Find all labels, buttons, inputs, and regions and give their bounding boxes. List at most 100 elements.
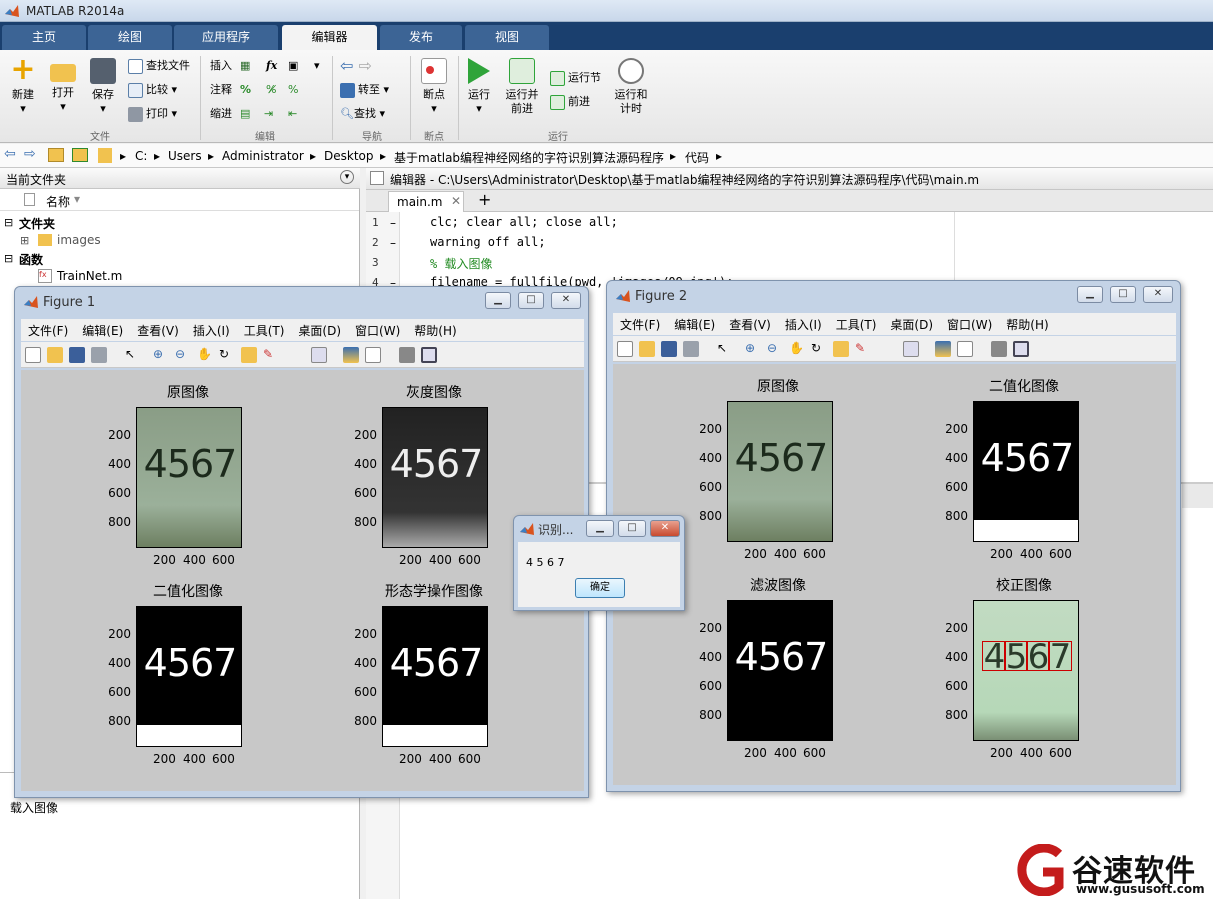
link-plot-icon[interactable] xyxy=(311,347,327,363)
show-tools-icon[interactable] xyxy=(421,347,437,363)
close-button[interactable]: ✕ xyxy=(1143,286,1173,303)
breadcrumb-users[interactable]: Users xyxy=(168,149,202,163)
tab-apps[interactable]: 应用程序 xyxy=(174,25,278,50)
menu-view[interactable]: 查看(V) xyxy=(130,319,186,339)
tab-plots[interactable]: 绘图 xyxy=(88,25,172,50)
breadcrumb-desktop[interactable]: Desktop xyxy=(324,149,374,163)
dropdown-arrow-icon[interactable]: ▾ xyxy=(314,56,320,76)
back-arrow-icon[interactable]: ⇦ xyxy=(4,146,16,162)
save-icon[interactable] xyxy=(661,341,677,357)
pan-icon[interactable]: ✋ xyxy=(789,341,805,357)
minimize-button[interactable]: ▁ xyxy=(1077,286,1103,303)
column-header[interactable]: 名称 ▾ xyxy=(0,189,359,211)
menu-tools[interactable]: 工具(T) xyxy=(237,319,292,339)
run-and-time-button[interactable]: 运行和 计时 xyxy=(610,58,652,116)
collapse-icon[interactable]: ⊟ xyxy=(4,252,13,265)
menu-window[interactable]: 窗口(W) xyxy=(348,319,407,339)
find-button[interactable]: 🔍︎查找 ▾ xyxy=(340,104,385,124)
run-and-advance-button[interactable]: 运行并 前进 xyxy=(502,58,542,116)
maximize-button[interactable]: □ xyxy=(618,520,646,537)
zoom-out-icon[interactable]: ⊖ xyxy=(175,347,191,363)
wrap-comment-icon[interactable]: % xyxy=(288,80,298,100)
back-arrow-icon[interactable]: ⇦ ⇨ xyxy=(340,56,372,76)
menu-desktop[interactable]: 桌面(D) xyxy=(291,319,348,339)
menu-file[interactable]: 文件(F) xyxy=(21,319,75,339)
insert-button[interactable]: 插入 xyxy=(210,56,232,76)
link-plot-icon[interactable] xyxy=(903,341,919,357)
comment-button[interactable]: 注释 xyxy=(210,80,232,100)
pointer-icon[interactable]: ↖ xyxy=(717,341,733,357)
data-cursor-icon[interactable] xyxy=(241,347,257,363)
collapse-icon[interactable]: ⊟ xyxy=(4,216,13,229)
figure1-window[interactable]: Figure 1 ▁ □ ✕ 文件(F) 编辑(E) 查看(V) 插入(I) 工具(T)… xyxy=(14,286,589,798)
compare-button[interactable]: 比较 ▾ xyxy=(128,80,177,100)
maximize-button[interactable]: □ xyxy=(518,292,544,309)
breadcrumb-c[interactable]: C: xyxy=(135,149,147,163)
new-figure-icon[interactable] xyxy=(25,347,41,363)
save-icon[interactable] xyxy=(69,347,85,363)
colorbar-icon[interactable] xyxy=(343,347,359,363)
folder-item-images[interactable]: images xyxy=(57,233,101,247)
pointer-icon[interactable]: ↖ xyxy=(125,347,141,363)
uncomment-icon[interactable]: %̸ xyxy=(266,80,276,100)
menu-desktop[interactable]: 桌面(D) xyxy=(883,313,940,333)
print-button[interactable]: 打印 ▾ xyxy=(128,104,177,124)
breadcrumb-administrator[interactable]: Administrator xyxy=(222,149,304,163)
menu-help[interactable]: 帮助(H) xyxy=(999,313,1055,333)
minimize-button[interactable]: ▁ xyxy=(586,520,614,537)
indent-button[interactable]: 缩进 xyxy=(210,104,232,124)
run-section-button[interactable]: 运行节 xyxy=(550,68,601,88)
percent-icon[interactable]: % xyxy=(240,80,251,100)
advance-button[interactable]: 前进 xyxy=(550,92,590,112)
brush-icon[interactable]: ✎ xyxy=(263,347,279,363)
menu-view[interactable]: 查看(V) xyxy=(722,313,778,333)
forward-arrow-icon[interactable]: ⇨ xyxy=(24,146,36,162)
file-item-trainnet[interactable]: TrainNet.m xyxy=(57,269,122,283)
hide-tools-icon[interactable] xyxy=(991,341,1007,357)
increase-indent-icon[interactable]: ⇥ xyxy=(264,104,273,124)
menu-file[interactable]: 文件(F) xyxy=(613,313,667,333)
menu-help[interactable]: 帮助(H) xyxy=(407,319,463,339)
close-button[interactable]: ✕ xyxy=(551,292,581,309)
tab-view[interactable]: 视图 xyxy=(465,25,549,50)
minimize-button[interactable]: ▁ xyxy=(485,292,511,309)
insert-section-icon[interactable]: ▦ xyxy=(240,56,250,76)
print-icon[interactable] xyxy=(683,341,699,357)
recognition-dialog[interactable]: 识别... ▁ □ ✕ 4 5 6 7 确定 xyxy=(513,515,685,611)
decrease-indent-icon[interactable]: ⇤ xyxy=(288,104,297,124)
run-button[interactable]: 运行 ▾ xyxy=(462,58,496,116)
close-icon[interactable]: ✕ xyxy=(451,194,461,208)
menu-tools[interactable]: 工具(T) xyxy=(829,313,884,333)
new-button[interactable]: + 新建 ▾ xyxy=(6,55,40,116)
menu-window[interactable]: 窗口(W) xyxy=(940,313,999,333)
pan-icon[interactable]: ✋ xyxy=(197,347,213,363)
print-icon[interactable] xyxy=(91,347,107,363)
tab-publish[interactable]: 发布 xyxy=(380,25,462,50)
legend-icon[interactable] xyxy=(365,347,381,363)
rotate-3d-icon[interactable]: ↻ xyxy=(811,341,827,357)
figure2-window[interactable]: Figure 2 ▁ □ ✕ 文件(F) 编辑(E) 查看(V) 插入(I) 工具(T)… xyxy=(606,280,1181,792)
breadcrumb-project[interactable]: 基于matlab编程神经网络的字符识别算法源码程序 xyxy=(394,149,664,166)
hide-tools-icon[interactable] xyxy=(399,347,415,363)
colorbar-icon[interactable] xyxy=(935,341,951,357)
breakpoints-button[interactable]: 断点 ▾ xyxy=(416,58,452,116)
breadcrumb-code[interactable]: 代码 xyxy=(685,149,709,166)
open-button[interactable]: 打开 ▾ xyxy=(46,58,80,114)
tab-home[interactable]: 主页 xyxy=(2,25,86,50)
maximize-button[interactable]: □ xyxy=(1110,286,1136,303)
show-tools-icon[interactable] xyxy=(1013,341,1029,357)
open-file-icon[interactable] xyxy=(639,341,655,357)
find-files-button[interactable]: 查找文件 xyxy=(128,56,190,76)
smart-indent-icon[interactable]: ▤ xyxy=(240,104,250,124)
panel-menu-icon[interactable]: ▾ xyxy=(340,170,354,184)
menu-insert[interactable]: 插入(I) xyxy=(186,319,237,339)
function-icon[interactable]: ▣ xyxy=(288,56,298,76)
expand-icon[interactable]: ⊞ xyxy=(20,234,29,247)
zoom-in-icon[interactable]: ⊕ xyxy=(745,341,761,357)
zoom-out-icon[interactable]: ⊖ xyxy=(767,341,783,357)
tab-editor[interactable]: 编辑器 xyxy=(282,25,377,50)
brush-icon[interactable]: ✎ xyxy=(855,341,871,357)
rotate-3d-icon[interactable]: ↻ xyxy=(219,347,235,363)
fx-icon[interactable]: fx xyxy=(266,56,277,76)
legend-icon[interactable] xyxy=(957,341,973,357)
